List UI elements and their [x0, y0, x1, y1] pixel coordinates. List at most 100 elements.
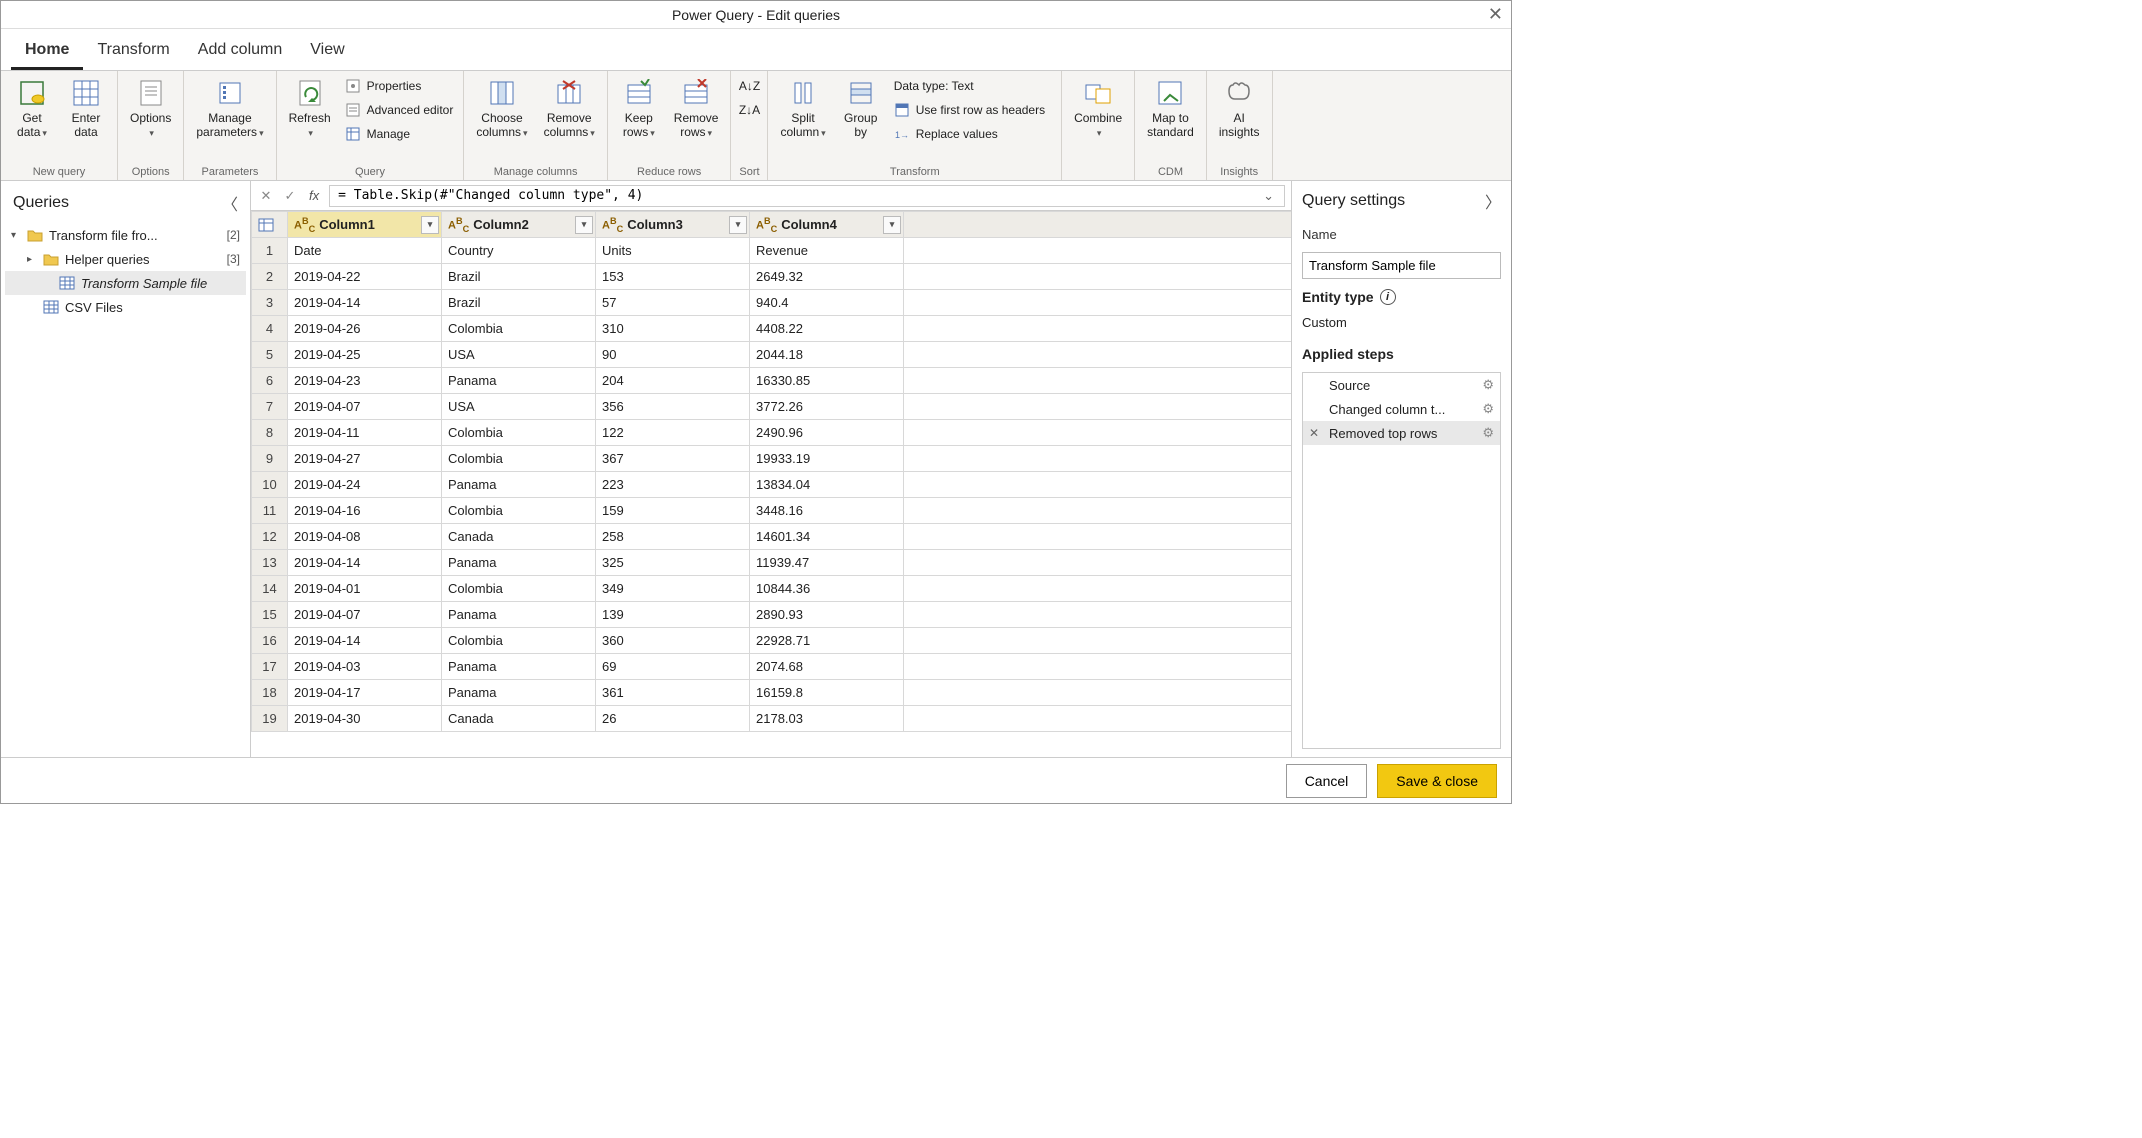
cell[interactable]: 2019-04-26: [288, 316, 442, 342]
cell[interactable]: 940.4: [750, 290, 904, 316]
cell[interactable]: 2019-04-27: [288, 446, 442, 472]
ai-insights-button[interactable]: AI insights: [1213, 75, 1266, 142]
gear-icon[interactable]: ⚙: [1482, 377, 1494, 393]
cell[interactable]: Colombia: [442, 628, 596, 654]
applied-step[interactable]: Source⚙: [1303, 373, 1500, 397]
sort-asc-button[interactable]: A↓Z: [737, 75, 761, 97]
cell[interactable]: 2019-04-30: [288, 706, 442, 732]
cell[interactable]: 22928.71: [750, 628, 904, 654]
close-icon[interactable]: ✕: [1488, 4, 1503, 25]
cell[interactable]: 360: [596, 628, 750, 654]
query-item[interactable]: ▸Helper queries[3]: [5, 247, 246, 271]
filter-icon[interactable]: ▾: [729, 216, 747, 234]
cell[interactable]: USA: [442, 394, 596, 420]
formula-input[interactable]: [334, 186, 1257, 205]
cell[interactable]: Panama: [442, 654, 596, 680]
table-row[interactable]: 122019-04-08Canada25814601.34: [252, 524, 1292, 550]
cell[interactable]: 2019-04-25: [288, 342, 442, 368]
cell[interactable]: 14601.34: [750, 524, 904, 550]
tab-add-column[interactable]: Add column: [184, 35, 297, 70]
cell[interactable]: 2019-04-23: [288, 368, 442, 394]
cell[interactable]: 90: [596, 342, 750, 368]
cell[interactable]: 139: [596, 602, 750, 628]
cell[interactable]: 361: [596, 680, 750, 706]
cell[interactable]: 2019-04-14: [288, 628, 442, 654]
expand-icon[interactable]: ▾: [11, 230, 21, 241]
collapse-queries-icon[interactable]: 〈: [222, 191, 238, 215]
cell[interactable]: Colombia: [442, 576, 596, 602]
cell[interactable]: 2019-04-11: [288, 420, 442, 446]
data-table-wrap[interactable]: ABCColumn1▾ABCColumn2▾ABCColumn3▾ABCColu…: [251, 211, 1291, 757]
table-row[interactable]: 112019-04-16Colombia1593448.16: [252, 498, 1292, 524]
enter-data-button[interactable]: Enter data: [61, 75, 111, 142]
table-row[interactable]: 102019-04-24Panama22313834.04: [252, 472, 1292, 498]
query-item[interactable]: CSV Files: [5, 295, 246, 319]
cell[interactable]: 223: [596, 472, 750, 498]
cell[interactable]: 3448.16: [750, 498, 904, 524]
cell[interactable]: Colombia: [442, 316, 596, 342]
cell[interactable]: 10844.36: [750, 576, 904, 602]
table-row[interactable]: 92019-04-27Colombia36719933.19: [252, 446, 1292, 472]
cell[interactable]: Country: [442, 238, 596, 264]
cell[interactable]: 204: [596, 368, 750, 394]
tab-transform[interactable]: Transform: [83, 35, 183, 70]
table-row[interactable]: 142019-04-01Colombia34910844.36: [252, 576, 1292, 602]
cell[interactable]: Colombia: [442, 420, 596, 446]
cell[interactable]: Brazil: [442, 264, 596, 290]
table-row[interactable]: 152019-04-07Panama1392890.93: [252, 602, 1292, 628]
choose-columns-button[interactable]: Choose columns: [470, 75, 533, 142]
cancel-button[interactable]: Cancel: [1286, 764, 1368, 798]
cell[interactable]: 26: [596, 706, 750, 732]
gear-icon[interactable]: ⚙: [1482, 425, 1494, 441]
table-row[interactable]: 162019-04-14Colombia36022928.71: [252, 628, 1292, 654]
table-row[interactable]: 132019-04-14Panama32511939.47: [252, 550, 1292, 576]
cell[interactable]: Canada: [442, 706, 596, 732]
cell[interactable]: 2019-04-22: [288, 264, 442, 290]
query-item[interactable]: ▾Transform file fro...[2]: [5, 223, 246, 247]
cell[interactable]: Revenue: [750, 238, 904, 264]
expand-settings-icon[interactable]: 〉: [1485, 189, 1501, 213]
cell[interactable]: Colombia: [442, 446, 596, 472]
cell[interactable]: 2019-04-24: [288, 472, 442, 498]
cell[interactable]: 2019-04-08: [288, 524, 442, 550]
cell[interactable]: 258: [596, 524, 750, 550]
cell[interactable]: 2019-04-17: [288, 680, 442, 706]
replace-values-button[interactable]: 1→2 Replace values: [890, 123, 1055, 145]
table-row[interactable]: 62019-04-23Panama20416330.85: [252, 368, 1292, 394]
cell[interactable]: 13834.04: [750, 472, 904, 498]
expand-icon[interactable]: ▸: [27, 254, 37, 265]
table-row[interactable]: 72019-04-07USA3563772.26: [252, 394, 1292, 420]
filter-icon[interactable]: ▾: [575, 216, 593, 234]
tab-home[interactable]: Home: [11, 35, 83, 70]
split-column-button[interactable]: Split column: [774, 75, 831, 142]
cell[interactable]: Panama: [442, 368, 596, 394]
refresh-button[interactable]: Refresh: [283, 75, 337, 142]
cell[interactable]: 2019-04-07: [288, 602, 442, 628]
cell[interactable]: Units: [596, 238, 750, 264]
cell[interactable]: 325: [596, 550, 750, 576]
cell[interactable]: 2044.18: [750, 342, 904, 368]
cell[interactable]: 122: [596, 420, 750, 446]
table-row[interactable]: 42019-04-26Colombia3104408.22: [252, 316, 1292, 342]
advanced-editor-button[interactable]: Advanced editor: [341, 99, 458, 121]
table-row[interactable]: 82019-04-11Colombia1222490.96: [252, 420, 1292, 446]
first-row-headers-button[interactable]: Use first row as headers: [890, 99, 1055, 121]
cell[interactable]: Panama: [442, 550, 596, 576]
filter-icon[interactable]: ▾: [421, 216, 439, 234]
cell[interactable]: 2019-04-16: [288, 498, 442, 524]
cell[interactable]: Panama: [442, 602, 596, 628]
remove-columns-button[interactable]: Remove columns: [538, 75, 601, 142]
info-icon[interactable]: i: [1380, 289, 1396, 305]
cell[interactable]: 16159.8: [750, 680, 904, 706]
table-row[interactable]: 22019-04-22Brazil1532649.32: [252, 264, 1292, 290]
cancel-formula-icon[interactable]: ✕: [257, 188, 275, 204]
cell[interactable]: 19933.19: [750, 446, 904, 472]
query-item[interactable]: Transform Sample file: [5, 271, 246, 295]
cell[interactable]: Colombia: [442, 498, 596, 524]
expand-formula-icon[interactable]: ⌄: [1257, 188, 1280, 204]
cell[interactable]: Canada: [442, 524, 596, 550]
manage-button[interactable]: Manage: [341, 123, 458, 145]
table-row[interactable]: 172019-04-03Panama692074.68: [252, 654, 1292, 680]
cell[interactable]: 57: [596, 290, 750, 316]
cell[interactable]: 356: [596, 394, 750, 420]
